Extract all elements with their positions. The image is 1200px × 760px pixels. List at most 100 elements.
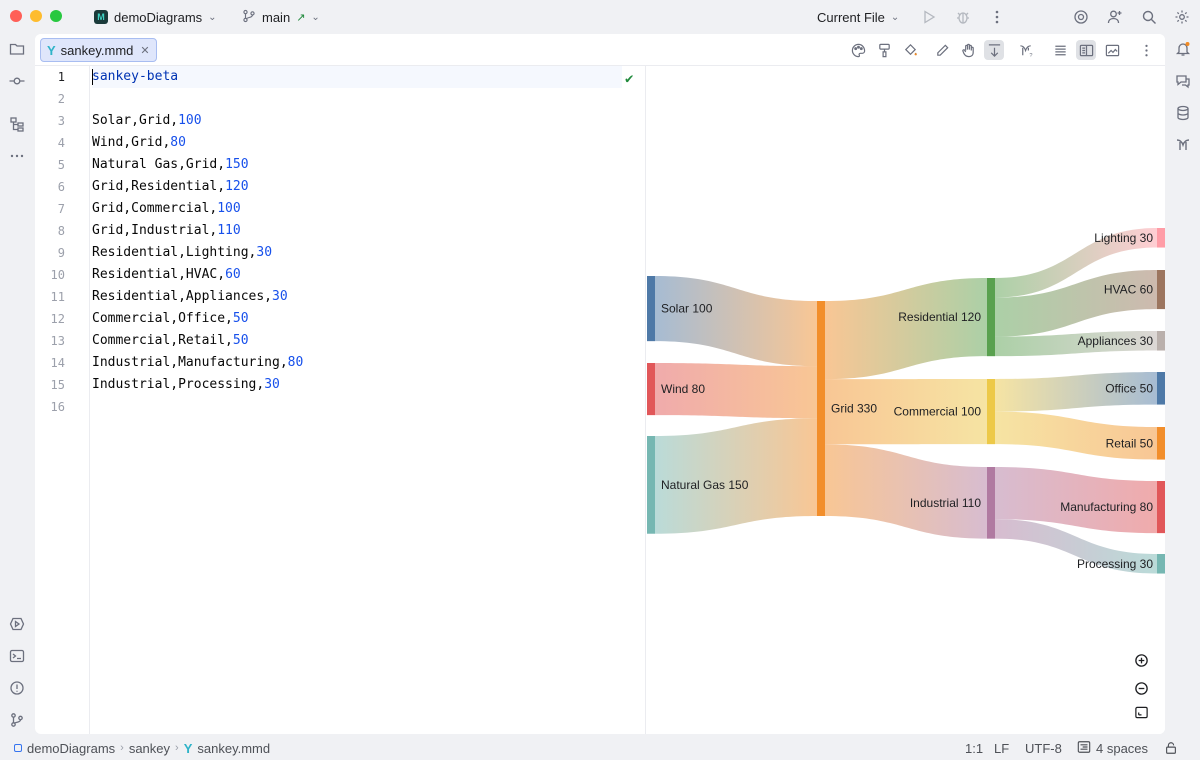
search-icon[interactable] (1139, 7, 1159, 27)
sankey-link (825, 444, 987, 539)
mermaid-icon[interactable] (1173, 135, 1193, 155)
mermaid-help-icon[interactable]: ? (1016, 40, 1036, 60)
sankey-node-label: Appliances 30 (1078, 334, 1154, 348)
git-icon[interactable] (7, 710, 27, 730)
sankey-node-label: Wind 80 (661, 382, 705, 396)
breadcrumb-folder[interactable]: sankey (129, 741, 170, 756)
sankey-link (655, 276, 817, 367)
sankey-node (987, 278, 995, 357)
editor-and-preview-icon[interactable] (1076, 40, 1096, 60)
code-line[interactable]: Residential,HVAC,60 (92, 264, 241, 286)
code-number: 60 (225, 267, 241, 282)
sankey-node-label: Lighting 30 (1094, 231, 1153, 245)
more-horizontal-icon[interactable] (7, 146, 27, 166)
code-editor[interactable]: 1 2 3 4 5 6 7 8 9 10 11 12 13 14 15 16 sankey-beta Solar… (35, 66, 646, 734)
sankey-node-label: Processing 30 (1077, 557, 1153, 571)
theme-palette-icon[interactable] (848, 40, 868, 60)
sankey-node (647, 363, 655, 416)
code-text: Commercial,Retail, (92, 333, 233, 348)
pan-hand-icon[interactable] (958, 40, 978, 60)
branch-selector[interactable]: main ↗ ⌄ (242, 0, 320, 34)
fit-to-window-button[interactable] (1128, 700, 1154, 724)
module-square-icon (14, 744, 22, 752)
code-line[interactable]: Wind,Grid,80 (92, 132, 186, 154)
no-problems-check-icon: ✔ (625, 71, 634, 87)
indent-setting[interactable]: 4 spaces (1077, 736, 1148, 760)
line-number: 16 (50, 400, 65, 414)
database-icon[interactable] (1173, 103, 1193, 123)
tab-label: sankey.mmd (60, 42, 134, 58)
caret-position[interactable]: 1:1 (965, 736, 983, 760)
sankey-node-label: Residential 120 (898, 310, 981, 324)
code-line[interactable]: Commercial,Retail,50 (92, 330, 249, 352)
sankey-node-label: Office 50 (1105, 381, 1153, 395)
terminal-icon[interactable] (7, 646, 27, 666)
format-brush-icon[interactable] (874, 40, 894, 60)
fill-bucket-icon[interactable] (900, 40, 920, 60)
code-text: Industrial,Manufacturing, (92, 355, 288, 370)
code-line[interactable]: Grid,Residential,120 (92, 176, 249, 198)
breadcrumb-file[interactable]: sankey.mmd (197, 741, 270, 756)
code-line[interactable]: Natural Gas,Grid,150 (92, 154, 249, 176)
sankey-node (1157, 270, 1165, 310)
code-line[interactable]: Industrial,Manufacturing,80 (92, 352, 303, 374)
notifications-bell-icon[interactable] (1173, 39, 1193, 59)
settings-gear-icon[interactable] (1172, 7, 1192, 27)
line-number: 7 (57, 202, 65, 216)
sankey-node-label: Grid 330 (831, 402, 877, 416)
code-number: 50 (232, 333, 249, 348)
code-line[interactable]: Residential,Appliances,30 (92, 286, 288, 308)
lock-icon[interactable] (1164, 736, 1178, 760)
commit-icon[interactable] (7, 71, 27, 91)
breadcrumb-project[interactable]: demoDiagrams (27, 741, 115, 756)
code-line[interactable]: Industrial,Processing,30 (92, 374, 280, 396)
line-number: 14 (50, 356, 65, 370)
close-tab-icon[interactable]: ✕ (140, 44, 149, 57)
run-icon[interactable] (919, 7, 939, 27)
zoom-window-button[interactable] (50, 10, 62, 22)
ai-chat-icon[interactable] (1173, 71, 1193, 91)
minimize-window-button[interactable] (30, 10, 42, 22)
tab-sankey-mmd[interactable]: Y sankey.mmd ✕ (40, 38, 157, 62)
code-line[interactable]: Grid,Industrial,110 (92, 220, 241, 242)
indent-icon (1077, 740, 1091, 757)
structure-icon[interactable] (7, 114, 27, 134)
line-number: 11 (50, 290, 65, 304)
file-encoding[interactable]: UTF-8 (1025, 736, 1062, 760)
preview-only-icon[interactable] (1102, 40, 1122, 60)
more-vertical-icon[interactable] (987, 7, 1007, 27)
code-line[interactable]: sankey-beta (92, 66, 622, 88)
sankey-node-label: Retail 50 (1106, 436, 1154, 450)
code-line[interactable]: Commercial,Office,50 (92, 308, 249, 330)
ai-assistant-icon[interactable] (1071, 7, 1091, 27)
sankey-node (1157, 372, 1165, 405)
project-name: demoDiagrams (114, 9, 203, 25)
code-number: 50 (232, 311, 249, 326)
scroll-sync-icon[interactable] (984, 40, 1004, 60)
editor-only-icon[interactable] (1050, 40, 1070, 60)
problems-icon[interactable] (7, 678, 27, 698)
sankey-node-label: Industrial 110 (910, 496, 981, 510)
chevron-down-icon: ⌄ (311, 11, 320, 23)
project-folder-icon[interactable] (7, 39, 27, 59)
run-config-selector[interactable]: Current File ⌄ (817, 0, 899, 34)
zoom-in-button[interactable] (1128, 648, 1154, 672)
code-line[interactable]: Residential,Lighting,30 (92, 242, 272, 264)
line-number: 15 (50, 378, 65, 392)
sankey-links (655, 228, 1157, 574)
zoom-out-button[interactable] (1128, 676, 1154, 700)
code-line[interactable]: Grid,Commercial,100 (92, 198, 241, 220)
more-vertical-icon[interactable] (1136, 40, 1156, 60)
code-number: 150 (225, 157, 249, 172)
debug-icon[interactable] (953, 7, 973, 27)
add-user-icon[interactable] (1105, 7, 1125, 27)
git-branch-icon (242, 9, 256, 26)
project-selector[interactable]: M demoDiagrams ⌄ (94, 0, 217, 34)
code-line[interactable]: Solar,Grid,100 (92, 110, 202, 132)
close-window-button[interactable] (10, 10, 22, 22)
diagram-preview[interactable]: Solar 100 Wind 80 Natural Gas 150 Grid 330 R… (647, 66, 1165, 734)
line-separator[interactable]: LF (994, 736, 1009, 760)
pencil-edit-icon[interactable] (932, 40, 952, 60)
services-icon[interactable] (7, 614, 27, 634)
chevron-right-icon: › (175, 742, 179, 754)
